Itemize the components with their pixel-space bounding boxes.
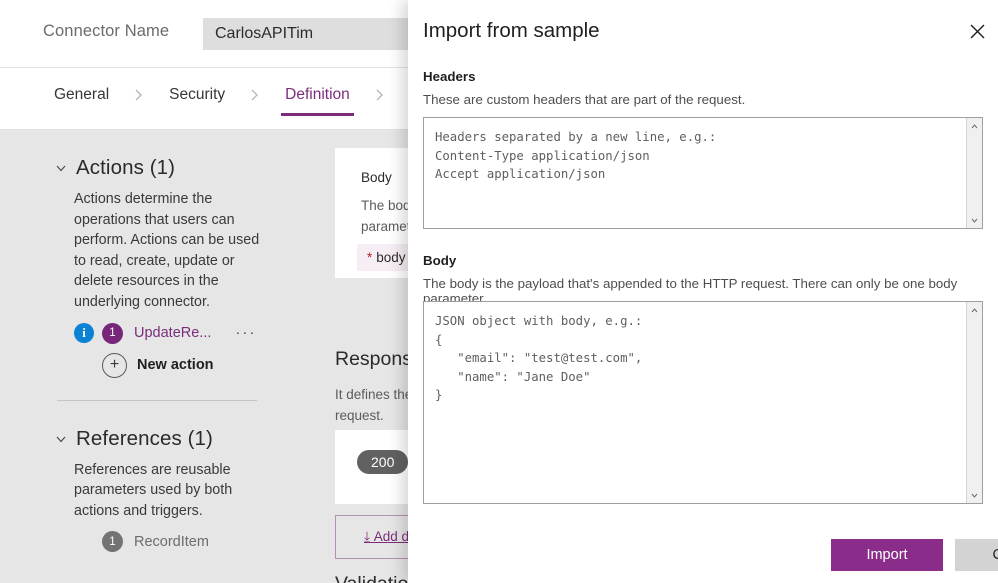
screen-root: Connector Name CarlosAPITim General Secu… xyxy=(0,0,998,583)
chevron-right-icon-3 xyxy=(374,87,386,111)
action-name-link[interactable]: UpdateRe... xyxy=(134,325,211,341)
dialog-title: Import from sample xyxy=(423,19,600,42)
download-icon: ⤓ xyxy=(364,529,370,544)
new-action-button[interactable]: + New action xyxy=(102,352,335,378)
add-default-response-button[interactable]: ⤓ Add d xyxy=(335,515,415,559)
close-button[interactable]: Close xyxy=(955,539,998,571)
references-section-description: References are reusable parameters used … xyxy=(74,461,233,519)
references-section-header[interactable]: References (1) xyxy=(0,427,335,451)
response-desc-line2: request. xyxy=(335,408,384,423)
reference-list-item[interactable]: 1 RecordItem xyxy=(102,531,335,553)
headers-field-description: These are custom headers that are part o… xyxy=(423,92,746,107)
close-icon[interactable] xyxy=(960,14,994,48)
action-overflow-menu-icon[interactable]: ··· xyxy=(235,325,256,340)
tab-definition[interactable]: Definition xyxy=(281,86,354,116)
reference-name-label: RecordItem xyxy=(134,533,209,550)
request-body-description: The body paramete xyxy=(361,195,415,237)
request-body-label: Body xyxy=(361,170,392,185)
plus-icon: + xyxy=(102,352,127,378)
required-asterisk: * xyxy=(367,250,373,265)
sidebar-divider xyxy=(57,399,257,401)
chevron-right-icon-2 xyxy=(249,87,261,111)
add-default-response-link: ⤓ Add d xyxy=(364,529,409,545)
chevron-down-icon-references xyxy=(55,433,67,445)
connector-name-input[interactable]: CarlosAPITim xyxy=(203,18,443,50)
actions-section-header[interactable]: Actions (1) xyxy=(0,156,335,180)
actions-section-title: Actions (1) xyxy=(76,156,176,179)
definition-sidebar: Actions (1) Actions determine the operat… xyxy=(0,130,335,583)
new-action-label: New action xyxy=(137,357,214,374)
add-default-response-text: Add d xyxy=(373,529,410,544)
body-textarea-wrapper[interactable]: JSON object with body, e.g.: { "email": … xyxy=(423,301,983,504)
references-section-title: References (1) xyxy=(76,426,213,450)
request-body-card: Body The body paramete * body xyxy=(335,148,415,278)
tab-security[interactable]: Security xyxy=(167,86,227,112)
status-code-badge[interactable]: 200 xyxy=(357,450,409,474)
chevron-right-icon-1 xyxy=(133,87,145,111)
import-from-sample-dialog: Import from sample Headers These are cus… xyxy=(408,0,998,583)
response-card: 200 xyxy=(335,430,415,504)
body-parameter-label: body xyxy=(376,250,406,265)
tab-general[interactable]: General xyxy=(52,86,111,112)
action-list-item[interactable]: i 1 UpdateRe... ··· xyxy=(74,322,335,344)
scroll-down-icon[interactable] xyxy=(967,213,982,227)
headers-textarea[interactable]: Headers separated by a new line, e.g.: C… xyxy=(424,118,966,228)
response-description: It defines the request. xyxy=(335,384,415,426)
body-parameter-chip[interactable]: * body xyxy=(357,244,415,271)
definition-main-column: Body The body paramete * body Response It… xyxy=(335,130,415,583)
headers-textarea-scrollbar[interactable] xyxy=(966,118,982,228)
chevron-down-icon-actions xyxy=(55,162,67,174)
body-textarea-scrollbar[interactable] xyxy=(966,302,982,503)
validation-heading: Validation xyxy=(335,573,415,583)
info-icon[interactable]: i xyxy=(74,323,94,344)
scroll-up-icon[interactable] xyxy=(967,303,982,317)
actions-section-description: Actions determine the operations that us… xyxy=(74,191,260,310)
action-order-badge: 1 xyxy=(102,322,123,344)
import-button[interactable]: Import xyxy=(831,539,943,571)
reference-order-badge: 1 xyxy=(102,531,123,553)
body-textarea[interactable]: JSON object with body, e.g.: { "email": … xyxy=(424,302,966,503)
headers-field-label: Headers xyxy=(423,69,476,84)
headers-textarea-wrapper[interactable]: Headers separated by a new line, e.g.: C… xyxy=(423,117,983,229)
scroll-up-icon[interactable] xyxy=(967,119,982,133)
response-heading: Response xyxy=(335,348,415,370)
response-desc-line1: It defines the xyxy=(335,387,413,402)
connector-name-label: Connector Name xyxy=(43,22,170,40)
scroll-down-icon[interactable] xyxy=(967,488,982,502)
body-field-label: Body xyxy=(423,253,457,268)
request-body-desc-line2: paramete xyxy=(361,219,415,234)
request-body-desc-line1: The body xyxy=(361,198,415,213)
